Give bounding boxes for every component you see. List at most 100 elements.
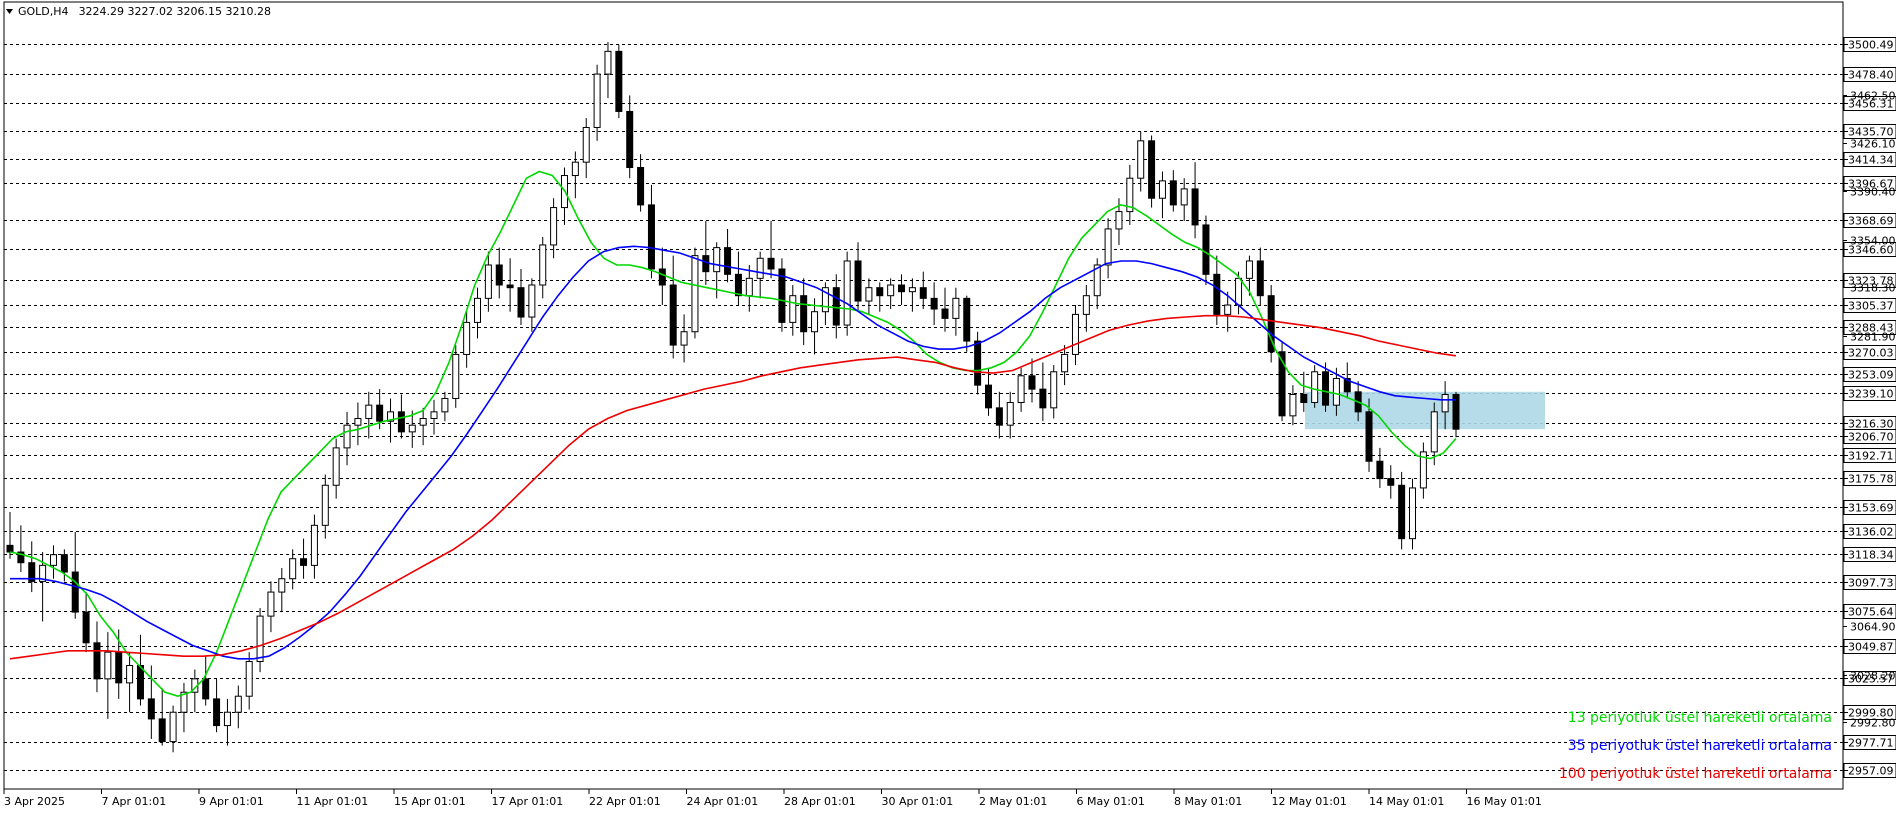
candle-body <box>898 284 906 293</box>
time-label: 24 Apr 01:01 <box>687 795 759 808</box>
symbol-label: GOLD,H4 <box>18 5 69 18</box>
price-level-label: 3192.71 <box>1848 450 1894 463</box>
price-tick-label: 3390.40 <box>1850 186 1896 199</box>
candle-body <box>539 244 547 286</box>
candle-body <box>1387 478 1395 486</box>
price-level-label: 3136.02 <box>1848 526 1894 539</box>
candle-body <box>1071 313 1079 355</box>
candle-body <box>691 255 699 333</box>
candle-body <box>256 615 264 662</box>
candle-body <box>1104 228 1112 266</box>
candle-body <box>724 247 732 275</box>
candle-body <box>1409 487 1417 540</box>
highlight-zone <box>1305 391 1545 430</box>
price-level-label: 3153.69 <box>1848 502 1894 515</box>
candle-body <box>734 273 742 297</box>
candle-body <box>680 331 688 346</box>
time-label: 7 Apr 01:01 <box>102 795 167 808</box>
price-tick-label: 3462.50 <box>1850 90 1896 103</box>
candle-body <box>1061 353 1069 373</box>
candle-body <box>82 611 90 644</box>
time-label: 15 Apr 01:01 <box>394 795 466 808</box>
candle-body <box>474 297 482 323</box>
price-level-label: 3118.34 <box>1848 549 1894 562</box>
candle-body <box>234 695 242 713</box>
candle-body <box>582 126 590 163</box>
candle-body <box>887 284 895 297</box>
candle-body <box>419 418 427 426</box>
price-level-label: 3216.30 <box>1848 418 1894 431</box>
candle-body <box>202 678 210 700</box>
candle-body <box>289 558 297 580</box>
candle-body <box>1311 371 1319 403</box>
candle-body <box>463 321 471 355</box>
price-tick-label: 3028.20 <box>1850 670 1896 683</box>
candle-body <box>495 264 503 286</box>
price-level-label: 3270.03 <box>1848 347 1894 360</box>
candle-body <box>1322 371 1330 406</box>
price-level-label: 3414.34 <box>1848 154 1894 167</box>
price-chart[interactable]: 3500.49 3478.40 3456.31 3435.70 3414.34 3396.… <box>0 0 1896 820</box>
legend-label: 13 periyotluk üstel hareketli ortalama <box>1568 710 1832 726</box>
candle-body <box>1300 393 1308 403</box>
plot-frame <box>3 1 1844 790</box>
candle-body <box>876 287 884 297</box>
candle-body <box>300 558 308 566</box>
candle-body <box>637 167 645 206</box>
candle-body <box>854 260 862 302</box>
candle-body <box>658 268 666 286</box>
time-label: 14 May 01:01 <box>1369 795 1444 808</box>
candle-body <box>615 50 623 112</box>
candle-body <box>1289 393 1297 417</box>
time-label: 2 May 01:01 <box>979 795 1047 808</box>
candle-body <box>506 284 514 289</box>
candle-body <box>1137 140 1145 179</box>
candle-body <box>245 661 253 697</box>
time-label: 3 Apr 2025 <box>4 795 65 808</box>
candle-body <box>6 544 14 553</box>
price-level-label: 3206.70 <box>1848 431 1894 444</box>
candle-body <box>376 404 384 422</box>
price-level-label: 3305.37 <box>1848 300 1894 313</box>
candle-body <box>278 578 286 593</box>
time-label: 28 Apr 01:01 <box>784 795 856 808</box>
price-level-label: 3500.49 <box>1848 39 1894 52</box>
candle-body <box>1017 375 1025 403</box>
candle-body <box>713 247 721 273</box>
candle-body <box>310 524 318 566</box>
candle-body <box>1148 140 1156 199</box>
candle-body <box>941 308 949 319</box>
candle-body <box>223 711 231 727</box>
candle-body <box>1332 377 1340 406</box>
candle-body <box>1376 460 1384 480</box>
candle-body <box>963 297 971 342</box>
candle-body <box>626 110 634 169</box>
chart-header: GOLD,H4 3224.29 3227.02 3206.15 3210.28 <box>18 5 271 18</box>
candle-body <box>930 297 938 310</box>
candle-body <box>1050 371 1058 409</box>
candle-body <box>49 554 57 566</box>
time-label: 9 Apr 01:01 <box>199 795 264 808</box>
candle-body <box>1082 295 1090 315</box>
candle-body <box>397 411 405 433</box>
candle-body <box>528 284 536 318</box>
price-level-label: 3239.10 <box>1848 388 1894 401</box>
candle-body <box>126 665 134 684</box>
time-label: 6 May 01:01 <box>1077 795 1145 808</box>
candle-body <box>745 277 753 297</box>
candle-body <box>995 407 1003 426</box>
price-level-label: 3368.69 <box>1848 215 1894 228</box>
candle-body <box>1256 260 1264 297</box>
ohlc-readout: 3224.29 3227.02 3206.15 3210.28 <box>79 5 271 18</box>
candle-body <box>484 264 492 299</box>
candle-body <box>1180 188 1188 206</box>
candle-body <box>832 287 840 326</box>
candle-body <box>452 353 460 399</box>
candle-body <box>1245 260 1253 279</box>
candle-body <box>604 50 612 75</box>
price-level-label: 3175.78 <box>1848 473 1894 486</box>
candle-body <box>593 73 601 128</box>
candle-body <box>1365 411 1373 462</box>
candle-body <box>1213 273 1221 315</box>
candle-body <box>800 295 808 333</box>
